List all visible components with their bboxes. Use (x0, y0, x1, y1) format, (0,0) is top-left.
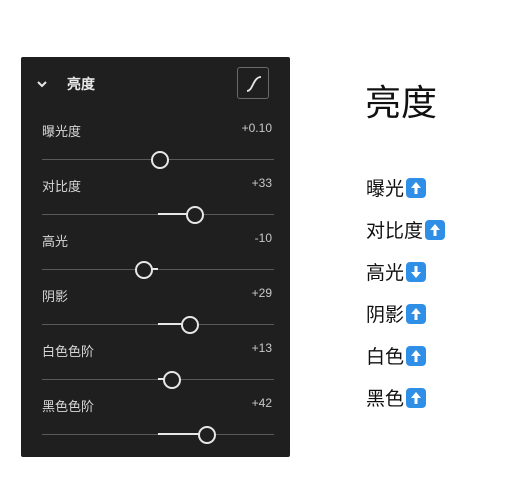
arrow-up-icon (406, 387, 427, 408)
slider-row[interactable]: 白色色阶 +13 (21, 341, 290, 389)
slider-label: 对比度 (42, 180, 82, 195)
slider-value[interactable]: +29 (252, 286, 272, 300)
slider-label: 白色色阶 (42, 345, 95, 360)
arrow-up-icon (406, 303, 427, 324)
slider-thumb[interactable] (162, 371, 181, 389)
note-item: 曝光 (366, 174, 427, 201)
slider-row[interactable]: 高光 -10 (21, 231, 290, 279)
slider-value[interactable]: +13 (252, 341, 272, 355)
slider-track[interactable] (42, 206, 274, 224)
panel-title: 亮度 (67, 77, 95, 93)
slider-thumb[interactable] (135, 261, 154, 279)
note-label: 阴影 (366, 304, 405, 326)
notes-title: 亮度 (365, 83, 438, 124)
note-item: 白色 (366, 342, 427, 369)
slider-value[interactable]: +0.10 (242, 121, 272, 135)
slider-label: 阴影 (42, 290, 69, 305)
slider-thumb[interactable] (181, 316, 200, 334)
panel-header[interactable]: 亮度 (21, 57, 290, 109)
note-label: 对比度 (366, 220, 424, 242)
arrow-down-icon (406, 261, 427, 282)
slider-value[interactable]: -10 (255, 231, 272, 245)
note-label: 黑色 (366, 388, 405, 410)
slider-row[interactable]: 曝光度 +0.10 (21, 121, 290, 169)
slider-row[interactable]: 阴影 +29 (21, 286, 290, 334)
tone-curve-button[interactable] (237, 67, 269, 99)
note-label: 白色 (366, 346, 405, 368)
slider-track[interactable] (42, 261, 274, 279)
slider-value[interactable]: +33 (252, 176, 272, 190)
note-label: 高光 (366, 262, 405, 284)
arrow-up-icon (406, 177, 427, 198)
note-item: 黑色 (366, 384, 427, 411)
slider-track[interactable] (42, 426, 274, 444)
note-label: 曝光 (366, 178, 405, 200)
chevron-down-icon[interactable] (35, 76, 49, 90)
tone-curve-icon (246, 76, 262, 92)
note-item: 对比度 (366, 216, 446, 243)
slider-label: 曝光度 (42, 125, 82, 140)
light-panel: 亮度 曝光度 +0.10 对比度 +33 高光 -10 阴影 +29 白色色阶 +13 黑色色阶 +4… (21, 57, 290, 457)
slider-thumb[interactable] (151, 151, 170, 169)
slider-row[interactable]: 黑色色阶 +42 (21, 396, 290, 444)
slider-thumb[interactable] (197, 426, 216, 444)
slider-thumb[interactable] (186, 206, 205, 224)
note-item: 阴影 (366, 300, 427, 327)
note-item: 高光 (366, 258, 427, 285)
slider-track[interactable] (42, 151, 274, 169)
slider-value[interactable]: +42 (252, 396, 272, 410)
slider-label: 黑色色阶 (42, 400, 95, 415)
arrow-up-icon (406, 345, 427, 366)
slider-track[interactable] (42, 371, 274, 389)
arrow-up-icon (425, 219, 446, 240)
slider-label: 高光 (42, 235, 69, 250)
slider-row[interactable]: 对比度 +33 (21, 176, 290, 224)
slider-track[interactable] (42, 316, 274, 334)
